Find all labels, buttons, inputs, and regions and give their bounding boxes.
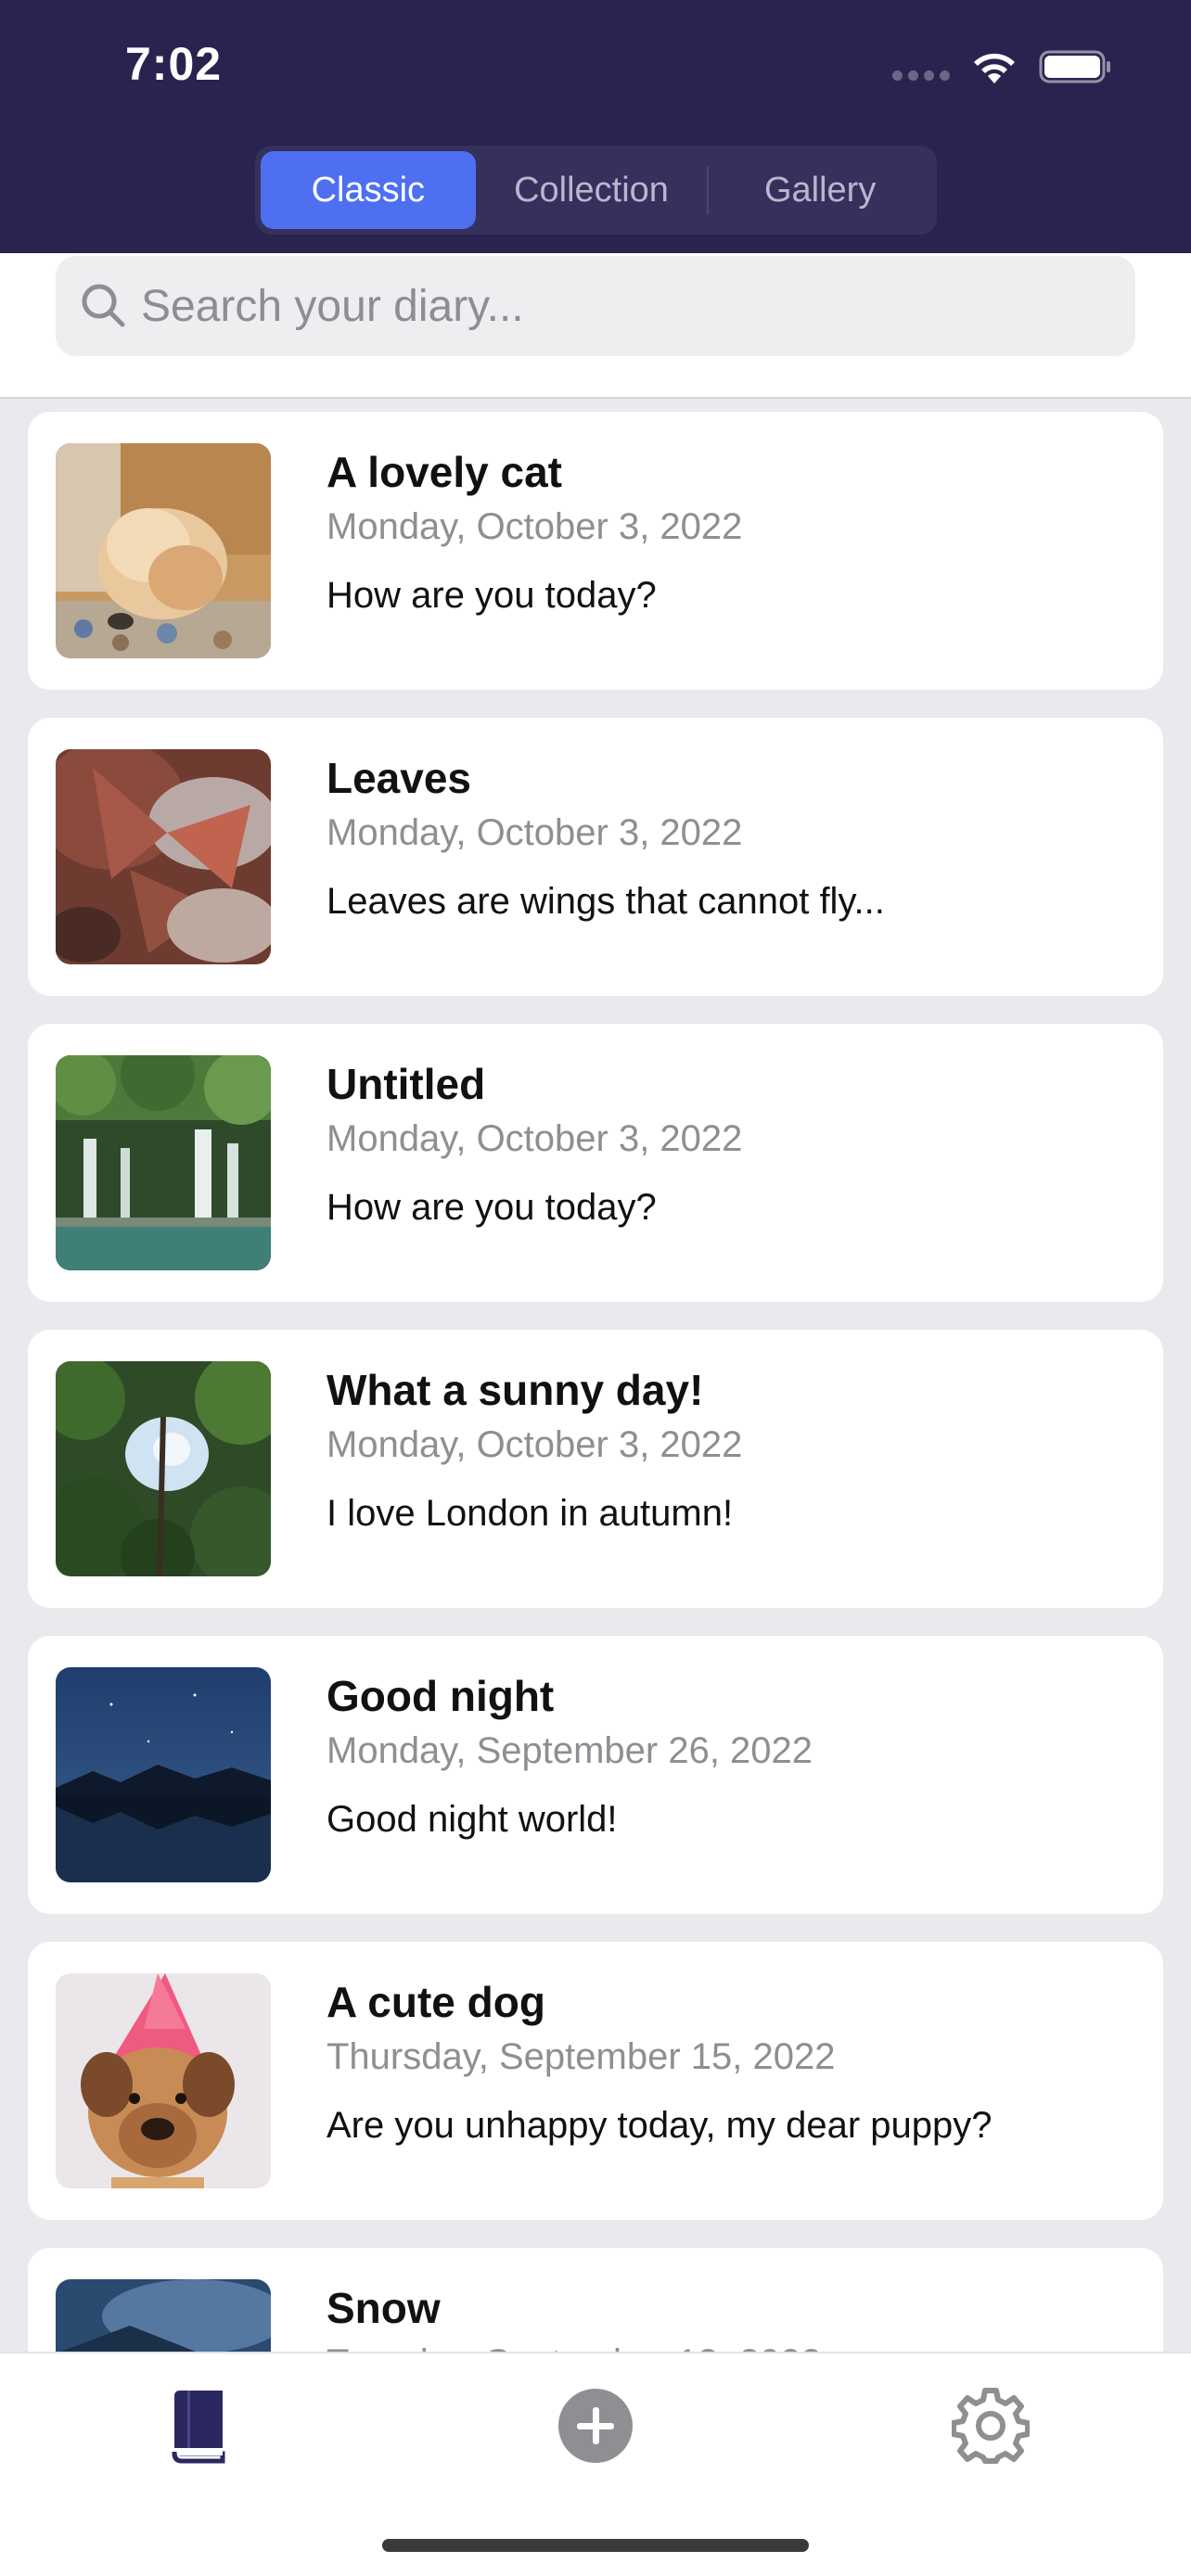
entry-title: Good night bbox=[327, 1672, 555, 1720]
diary-entry-card[interactable]: Leaves Monday, October 3, 2022 Leaves ar… bbox=[28, 718, 1163, 996]
entry-date: Monday, October 3, 2022 bbox=[327, 1118, 743, 1159]
diary-entry-list[interactable]: A lovely cat Monday, October 3, 2022 How… bbox=[0, 401, 1191, 2352]
diary-entry-card[interactable]: Good night Monday, September 26, 2022 Go… bbox=[28, 1636, 1163, 1914]
entry-excerpt: Good night world! bbox=[327, 1799, 618, 1840]
segment-classic[interactable]: Classic bbox=[261, 151, 476, 229]
entry-excerpt: How are you today? bbox=[327, 1187, 657, 1228]
entry-title: A cute dog bbox=[327, 1978, 545, 2026]
snow-night-photo-thumbnail bbox=[56, 2279, 271, 2352]
entry-date: Monday, September 26, 2022 bbox=[327, 1730, 813, 1771]
diary-entry-card[interactable]: A lovely cat Monday, October 3, 2022 How… bbox=[28, 412, 1163, 690]
header: 7:02 Classic Collection Gallery bbox=[0, 0, 1191, 253]
search-area bbox=[0, 253, 1191, 399]
search-box[interactable] bbox=[56, 256, 1135, 356]
entry-date: Monday, October 3, 2022 bbox=[327, 812, 743, 853]
entry-title: Leaves bbox=[327, 754, 472, 802]
view-mode-segmented-control: Classic Collection Gallery bbox=[255, 146, 937, 235]
battery-icon bbox=[1039, 50, 1110, 83]
night-lake-photo-thumbnail bbox=[56, 1667, 271, 1882]
entry-excerpt: How are you today? bbox=[327, 575, 657, 616]
entry-date: Monday, October 3, 2022 bbox=[327, 506, 743, 547]
search-icon bbox=[82, 284, 125, 327]
entry-title: Snow bbox=[327, 2284, 441, 2332]
home-indicator bbox=[382, 2539, 809, 2552]
segment-gallery[interactable]: Gallery bbox=[709, 151, 931, 229]
cat-photo-thumbnail bbox=[56, 443, 271, 658]
leaves-photo-thumbnail bbox=[56, 749, 271, 964]
entry-title: A lovely cat bbox=[327, 448, 562, 496]
add-circle-icon[interactable] bbox=[557, 2387, 634, 2465]
diary-entry-card[interactable]: Snow Tuesday, September 13, 2022 bbox=[28, 2248, 1163, 2352]
diary-entry-card[interactable]: A cute dog Thursday, September 15, 2022 … bbox=[28, 1942, 1163, 2220]
entry-date: Monday, October 3, 2022 bbox=[327, 1424, 743, 1465]
diary-entry-card[interactable]: What a sunny day! Monday, October 3, 202… bbox=[28, 1330, 1163, 1608]
wifi-icon bbox=[974, 53, 1015, 83]
waterfall-photo-thumbnail bbox=[56, 1055, 271, 1270]
dog-party-hat-photo-thumbnail bbox=[56, 1973, 271, 2188]
entry-date: Thursday, September 15, 2022 bbox=[327, 2036, 836, 2077]
search-input[interactable] bbox=[141, 280, 1106, 332]
entry-excerpt: I love London in autumn! bbox=[327, 1493, 734, 1534]
gear-icon[interactable] bbox=[952, 2387, 1030, 2465]
entry-excerpt: Are you unhappy today, my dear puppy? bbox=[327, 2105, 992, 2146]
cellular-signal-icon bbox=[892, 70, 950, 81]
entry-excerpt: Leaves are wings that cannot fly... bbox=[327, 881, 885, 922]
entry-date: Tuesday, September 13, 2022 bbox=[327, 2342, 822, 2352]
trees-sky-photo-thumbnail bbox=[56, 1361, 271, 1576]
entry-title: What a sunny day! bbox=[327, 1366, 704, 1414]
status-time: 7:02 bbox=[125, 38, 223, 90]
segment-collection[interactable]: Collection bbox=[476, 151, 708, 229]
entry-title: Untitled bbox=[327, 1060, 486, 1108]
book-icon[interactable] bbox=[161, 2387, 239, 2465]
status-icons bbox=[892, 46, 1113, 87]
diary-entry-card[interactable]: Untitled Monday, October 3, 2022 How are… bbox=[28, 1024, 1163, 1302]
